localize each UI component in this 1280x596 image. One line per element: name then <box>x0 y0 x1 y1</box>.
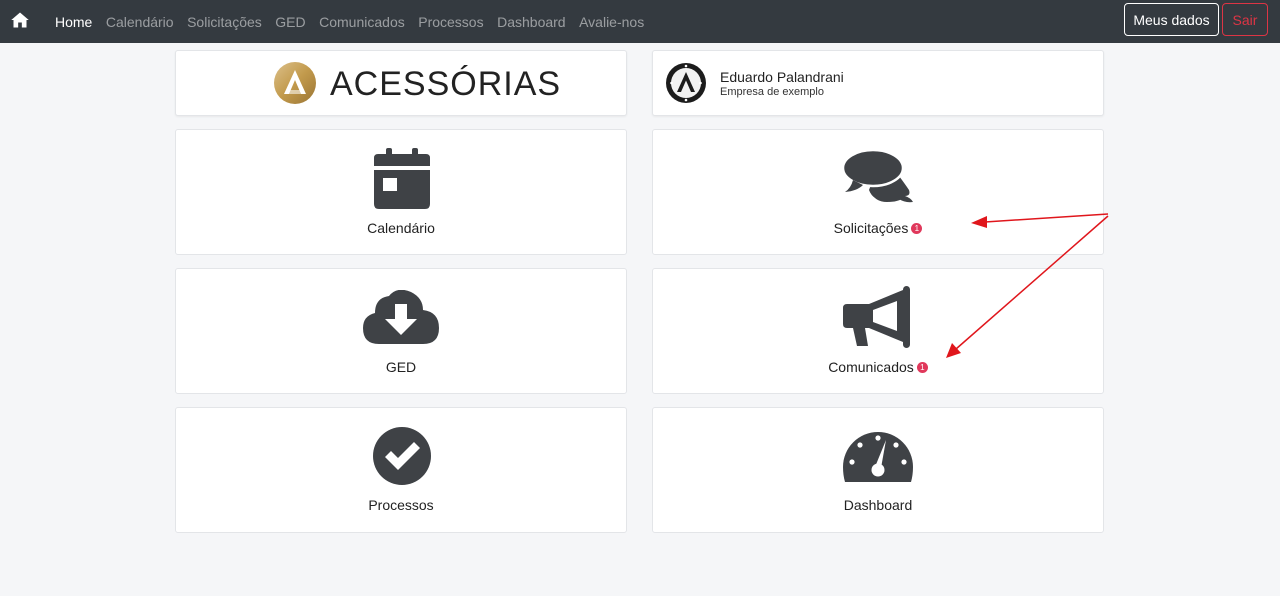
tile-comunicados-label: Comunicados <box>828 359 914 375</box>
nav-processos[interactable]: Processos <box>418 14 483 30</box>
tile-solicitacoes[interactable]: Solicitações 1 <box>652 129 1104 255</box>
nav-avalie-nos[interactable]: Avalie-nos <box>579 14 644 30</box>
calendar-icon <box>374 148 430 209</box>
comments-icon <box>843 150 913 203</box>
tile-processos[interactable]: Processos <box>175 407 627 533</box>
top-navbar: Home Calendário Solicitações GED Comunic… <box>0 0 1280 43</box>
user-card: Eduardo Palandrani Empresa de exemplo <box>652 50 1104 116</box>
home-icon[interactable] <box>10 10 30 30</box>
tile-comunicados[interactable]: Comunicados 1 <box>652 268 1104 394</box>
sair-button[interactable]: Sair <box>1222 3 1268 36</box>
tile-processos-label: Processos <box>368 497 434 513</box>
user-company: Empresa de exemplo <box>720 86 824 98</box>
tile-solicitacoes-label: Solicitações <box>833 220 909 236</box>
tile-dashboard-label: Dashboard <box>843 497 913 513</box>
comunicados-badge: 1 <box>916 361 928 373</box>
megaphone-icon <box>843 286 910 348</box>
nav-dashboard[interactable]: Dashboard <box>497 14 566 30</box>
tile-ged[interactable]: GED <box>175 268 627 394</box>
gauge-icon <box>843 432 913 482</box>
nav-solicitacoes[interactable]: Solicitações <box>187 14 262 30</box>
tile-dashboard[interactable]: Dashboard <box>652 407 1104 533</box>
nav-calendario[interactable]: Calendário <box>106 14 174 30</box>
tile-ged-label: GED <box>385 359 417 375</box>
acessorias-logo-icon <box>274 62 316 104</box>
avatar <box>666 63 706 103</box>
nav-comunicados[interactable]: Comunicados <box>319 14 405 30</box>
check-circle-icon <box>373 427 431 485</box>
brand-card: ACESSÓRIAS <box>175 50 627 116</box>
nav-home[interactable]: Home <box>55 14 92 30</box>
nav-links: Home Calendário Solicitações GED Comunic… <box>55 0 658 43</box>
tile-calendario[interactable]: Calendário <box>175 129 627 255</box>
nav-ged[interactable]: GED <box>275 14 305 30</box>
meus-dados-button[interactable]: Meus dados <box>1124 3 1219 36</box>
cloud-download-icon <box>363 290 439 344</box>
tile-calendario-label: Calendário <box>367 220 435 236</box>
solicitacoes-badge: 1 <box>911 222 923 234</box>
user-name: Eduardo Palandrani <box>720 69 844 85</box>
brand-name: ACESSÓRIAS <box>330 65 562 103</box>
